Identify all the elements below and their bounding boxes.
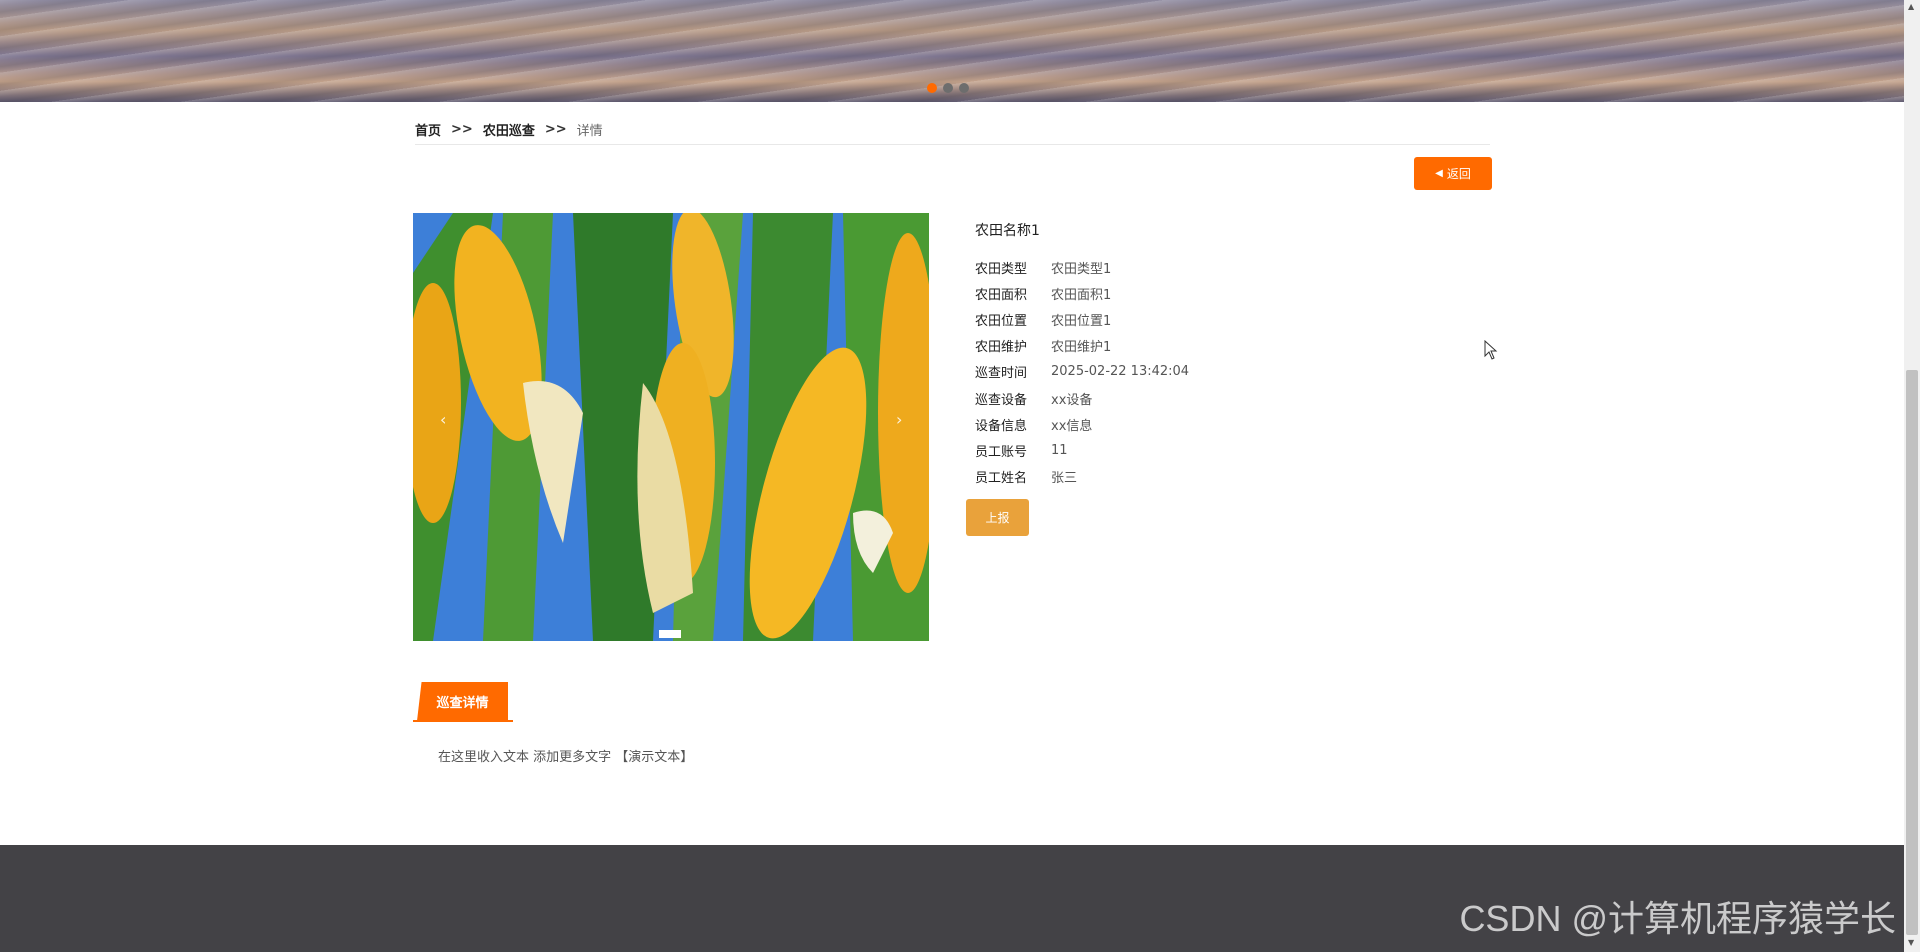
detail-value: 农田位置1 [1051,313,1112,329]
breadcrumb-current: 详情 [576,123,603,139]
report-button[interactable]: 上报 [966,499,1029,536]
banner-indicators [927,83,969,93]
banner-image [0,0,1904,102]
carousel-next-icon[interactable]: › [896,410,902,429]
detail-label: 农田类型 [975,261,1028,277]
tab-inspection-details[interactable]: 巡查详情 [417,682,508,721]
breadcrumb-home[interactable]: 首页 [415,120,441,139]
carousel-prev-icon[interactable]: ‹ [440,410,446,429]
detail-value: 11 [1051,442,1068,458]
banner-dot[interactable] [943,83,953,93]
page: 首页 >> 农田巡查 >> 详情 ◀ 返回 ‹ › 农田名称1 农田类型 农田类… [0,0,1920,952]
breadcrumb-separator: >> [544,121,567,137]
caret-left-icon: ◀ [1435,168,1443,179]
detail-row: 员工姓名 张三 [975,464,1189,490]
detail-value: 农田维护1 [1051,340,1112,356]
detail-label: 巡查设备 [975,392,1028,408]
detail-row: 巡查设备 xx设备 [975,385,1189,411]
watermark: CSDN @计算机程序猿学长 [1459,898,1896,939]
detail-row: 员工账号 11 [975,437,1189,463]
detail-row: 设备信息 xx信息 [975,411,1189,437]
breadcrumb: 首页 >> 农田巡查 >> 详情 [415,114,1490,145]
detail-value: 农田面积1 [1051,287,1112,303]
detail-label: 农田位置 [975,313,1028,329]
description-text: 在这里收入文本 添加更多文字 【演示文本】 [438,750,694,765]
tab-underline [413,720,513,722]
scroll-down-icon[interactable]: ▼ [1908,938,1914,947]
detail-label: 农田面积 [975,287,1028,303]
detail-label: 巡查时间 [975,366,1028,382]
banner-dot[interactable] [927,83,937,93]
back-button[interactable]: ◀ 返回 [1414,157,1492,190]
breadcrumb-section[interactable]: 农田巡查 [483,120,535,139]
detail-label: 员工姓名 [975,471,1028,487]
detail-value: xx信息 [1051,418,1093,434]
detail-row: 农田类型 农田类型1 [975,254,1189,280]
carousel-indicator[interactable] [659,630,681,638]
detail-value: 张三 [1051,471,1078,487]
detail-row: 农田维护 农田维护1 [975,333,1189,359]
breadcrumb-separator: >> [451,121,473,137]
detail-label: 农田维护 [975,340,1028,356]
back-button-label: 返回 [1446,167,1471,181]
corn-image [413,213,929,641]
footer: CSDN @计算机程序猿学长 [0,845,1904,952]
detail-label: 员工账号 [975,444,1028,460]
scrollbar-thumb[interactable] [1906,370,1918,935]
detail-label: 设备信息 [975,418,1028,434]
detail-value: xx设备 [1051,392,1093,408]
farm-name: 农田名称1 [975,223,1040,239]
detail-value: 2025-02-22 13:42:04 [1051,364,1190,380]
farm-image-carousel[interactable] [413,213,929,641]
scroll-up-icon[interactable]: ▲ [1908,2,1914,11]
detail-row: 农田位置 农田位置1 [975,306,1189,332]
banner-dot[interactable] [959,83,969,93]
detail-row: 巡查时间 2025-02-22 13:42:04 [975,359,1189,385]
detail-value: 农田类型1 [1051,261,1112,277]
mouse-cursor-icon [1484,340,1498,360]
detail-panel: 农田名称1 农田类型 农田类型1 农田面积 农田面积1 农田位置 农田位置1 农… [975,220,1189,490]
detail-row: 农田面积 农田面积1 [975,280,1189,306]
